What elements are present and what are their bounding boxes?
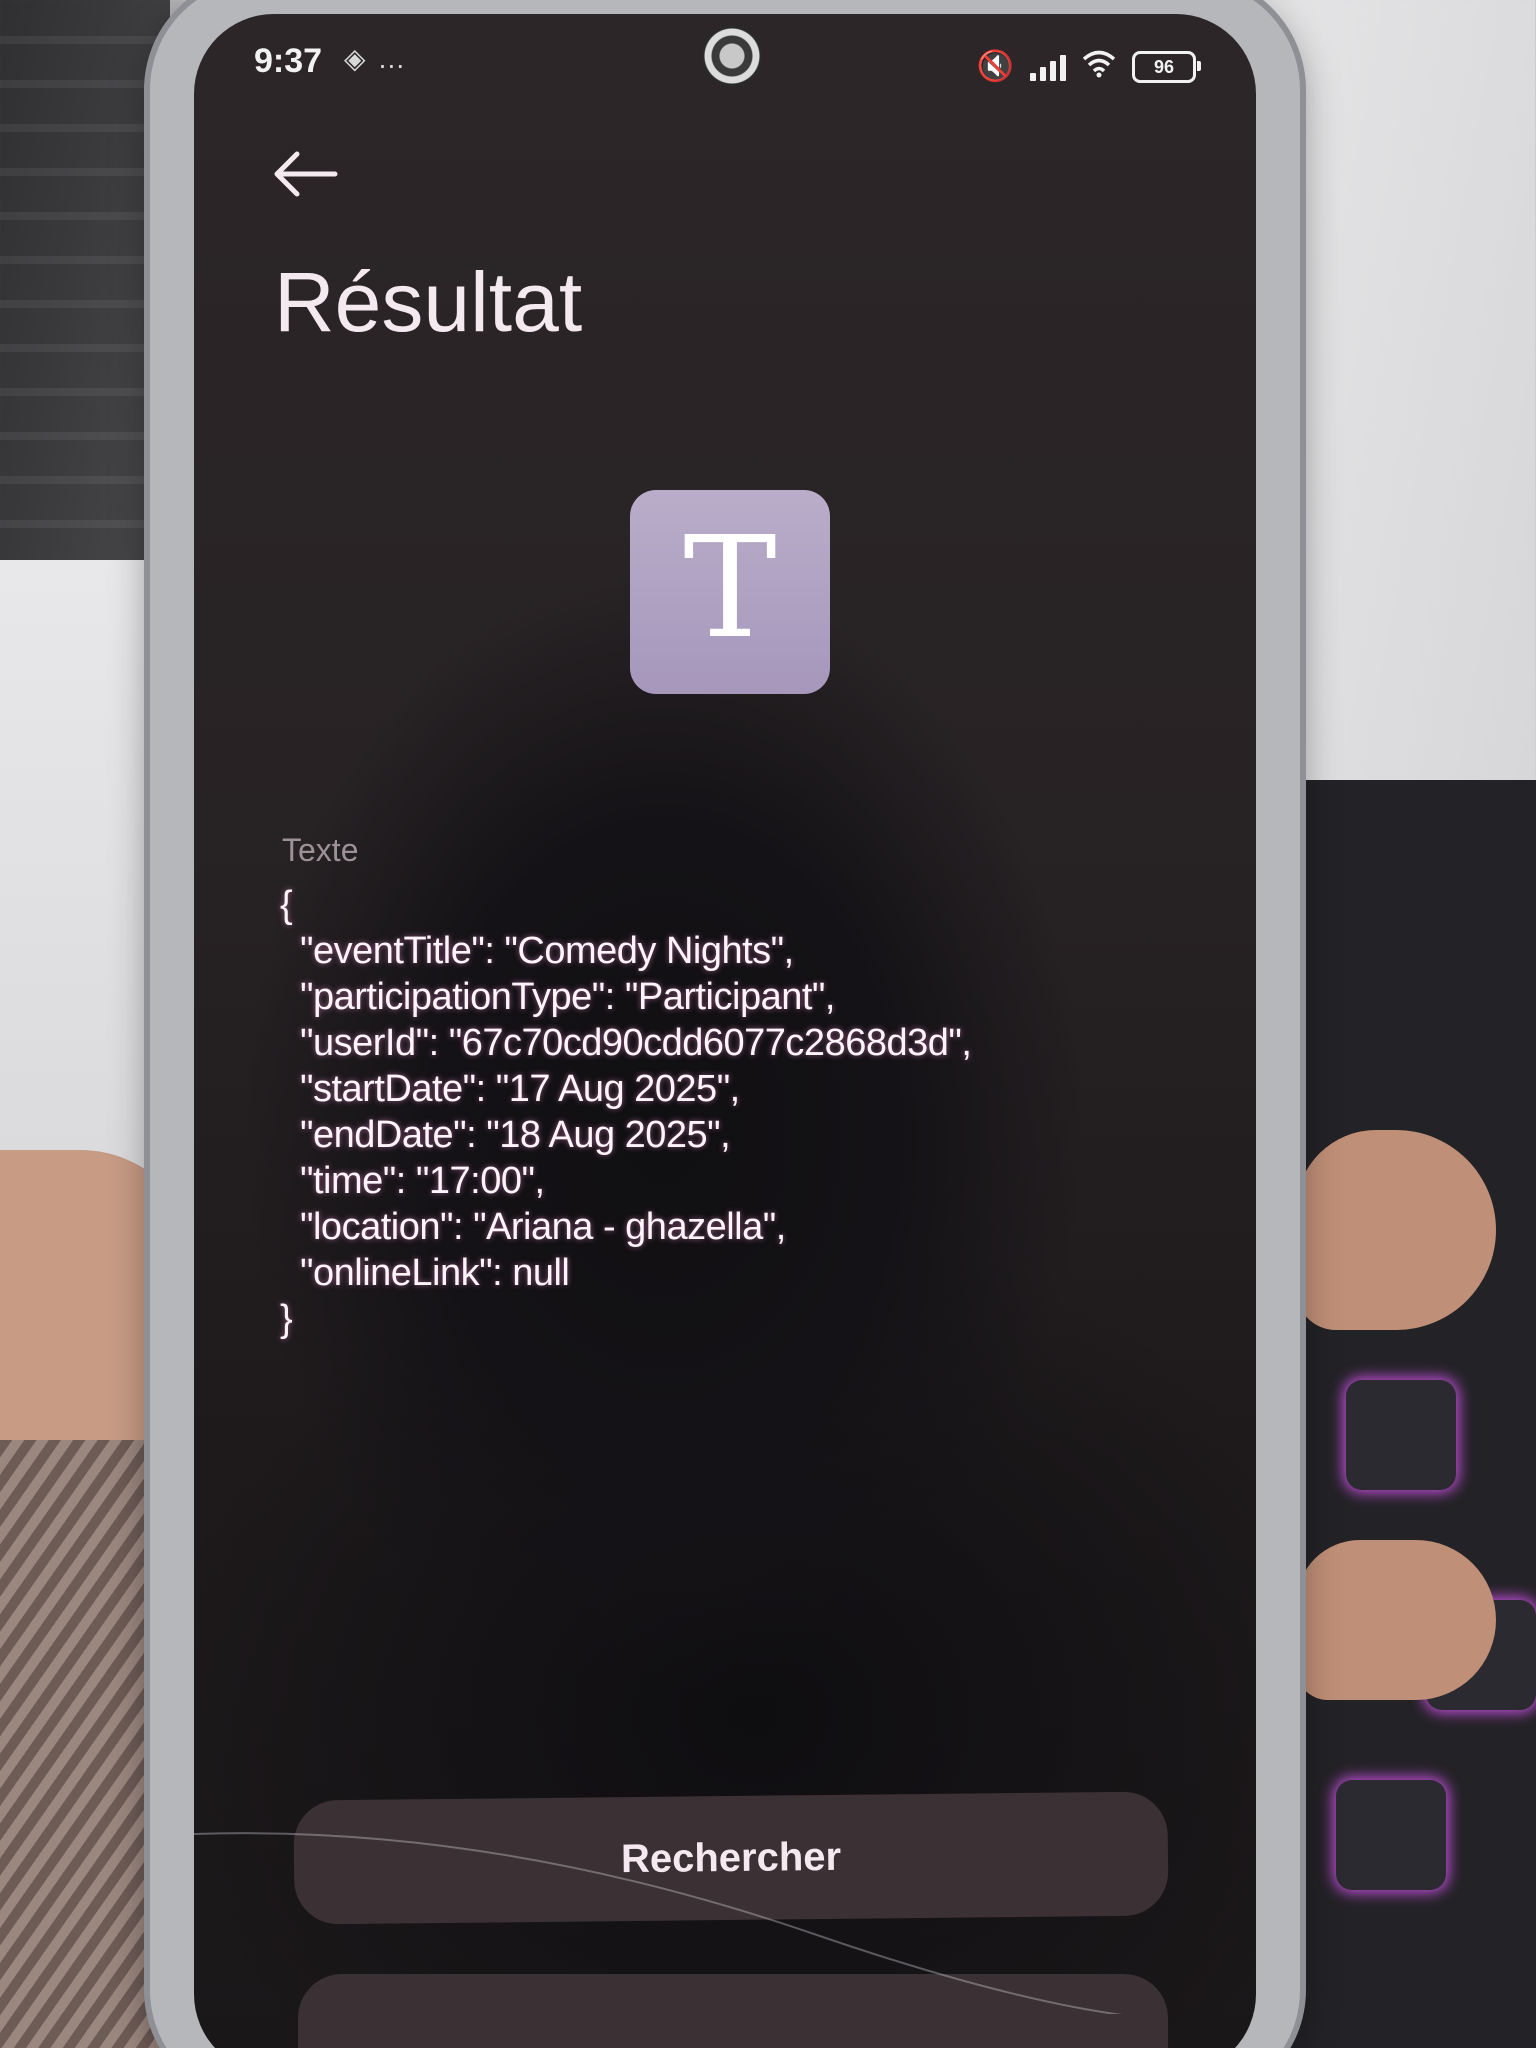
json-line: "eventTitle": "Comedy Nights", [300,930,794,972]
more-notifications-icon: … [377,43,408,74]
background-keyboard [0,0,170,560]
secondary-action-button[interactable] [298,1974,1168,2048]
background-finger [1296,1130,1496,1330]
battery-level: 96 [1153,56,1175,77]
signal-icon [1030,53,1066,81]
background-laptop [1276,780,1536,2048]
background-laptop-key [1336,1780,1446,1890]
json-line: "endDate": "18 Aug 2025", [300,1114,731,1156]
hotspot-icon: ◈ [344,43,368,74]
wifi-icon [1082,50,1116,84]
status-bar: 9:37 ◈ … 🔇 96 [194,14,1256,104]
background-finger [1296,1540,1496,1700]
search-button[interactable]: Rechercher [293,1791,1169,1925]
mute-icon: 🔇 [976,50,1014,83]
arrow-left-icon [274,151,338,197]
status-time: 9:37 [254,42,323,80]
json-line: "location": "Ariana - ghazella", [300,1206,786,1248]
page-title: Résultat [274,255,583,349]
json-line: "startDate": "17 Aug 2025", [300,1068,740,1110]
phone-frame: 9:37 ◈ … 🔇 96 Résultat T Texte {"eventT… [150,0,1300,2048]
background-laptop-key [1346,1380,1456,1490]
battery-icon: 96 [1132,51,1201,83]
front-camera [702,26,762,86]
back-button[interactable] [264,134,344,214]
result-text: { "eventTitle": "Comedy Nights", "partic… [280,882,972,1342]
json-line: "time": "17:00", [300,1160,545,1202]
json-line: { [280,884,293,926]
json-line: } [280,1298,293,1340]
phone-screen: 9:37 ◈ … 🔇 96 Résultat T Texte {"eventT… [194,14,1256,2048]
text-type-icon: T [630,490,830,694]
json-line: "onlineLink": null [300,1252,570,1294]
json-line: "participationType": "Participant", [300,976,835,1018]
text-type-letter: T [683,507,777,670]
notification-icons: ◈ … [344,42,407,75]
json-line: "userId": "67c70cd90cdd6077c2868d3d", [300,1022,972,1064]
content-label: Texte [282,832,359,868]
status-right-icons: 🔇 96 [976,50,1201,84]
